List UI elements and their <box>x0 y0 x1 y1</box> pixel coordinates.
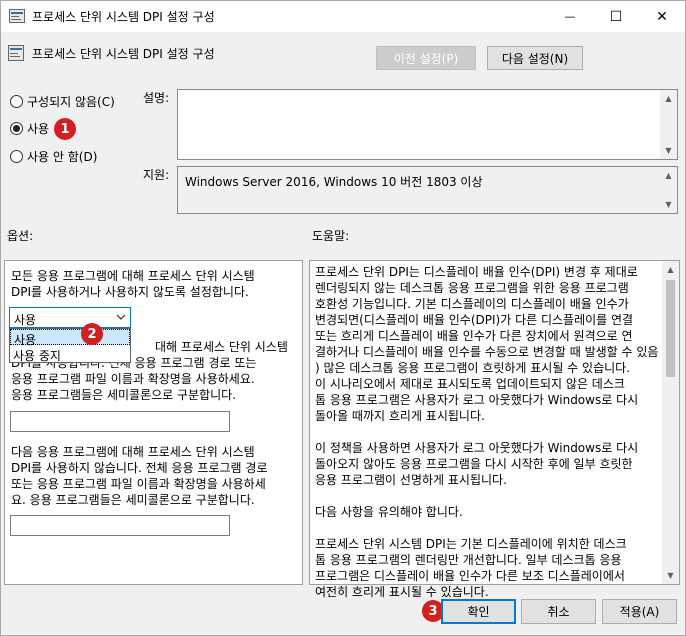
supported-scrollbar[interactable]: ▲ ▼ <box>660 167 677 213</box>
supported-value: Windows Server 2016, Windows 10 버전 1803 … <box>185 175 483 189</box>
prev-setting-button[interactable]: 이전 설정(P) <box>376 46 476 70</box>
dpi-mode-dropdown[interactable]: 사용 <box>9 307 131 328</box>
radio-disabled-circle[interactable] <box>10 150 23 163</box>
radio-enabled[interactable]: 사용 <box>10 120 49 137</box>
radio-disabled-label: 사용 안 함(D) <box>27 150 98 164</box>
options-text-3-line-2: DPI를 사용하지 않습니다. 전체 응용 프로그램 경로 <box>11 461 268 475</box>
policy-icon <box>9 9 25 23</box>
close-icon: ✕ <box>656 8 668 25</box>
policy-dialog: 프로세스 단위 시스템 DPI 설정 구성 — ☐ ✕ 프로세스 단위 시스템 … <box>0 0 686 636</box>
radio-not-configured-label: 구성되지 않음(C) <box>27 95 115 109</box>
help-line: 이 정책을 사용하면 사용자가 로그 아웃했다가 Windows로 다시 <box>315 441 639 455</box>
radio-disabled[interactable]: 사용 안 함(D) <box>10 148 97 165</box>
help-scroll-thumb[interactable] <box>666 280 675 377</box>
options-text-2-line-3: 응용 프로그램 파일 이름과 확장명을 사용하세요. <box>11 372 255 386</box>
help-line: 렌더링되지 않는 데스크톱 응용 프로그램을 위한 응용 프로그램 <box>315 281 629 295</box>
options-text-1-line-1: 모든 응용 프로그램에 대해 프로세스 단위 시스템 <box>11 269 255 283</box>
exclude-apps-input[interactable] <box>10 515 230 536</box>
apply-button[interactable]: 적용(A) <box>602 599 677 624</box>
supported-box: Windows Server 2016, Windows 10 버전 1803 … <box>177 166 678 214</box>
help-line <box>315 520 660 536</box>
help-line: 프로세스 단위 DPI는 디스플레이 배율 인수(DPI) 변경 후 제대로 <box>315 265 638 279</box>
options-text-1-line-2: DPI를 사용하거나 사용하지 않도록 설정합니다. <box>11 285 249 299</box>
help-line: 여전히 흐리게 표시될 수 있습니다. <box>315 585 489 599</box>
help-line: 톱 응용 프로그램은 사용자가 로그 아웃했다가 Windows로 다시 <box>315 393 639 407</box>
comment-textarea[interactable]: ▲ ▼ <box>177 89 678 160</box>
step-badge-1: 1 <box>54 118 76 140</box>
title-bar: 프로세스 단위 시스템 DPI 설정 구성 — ☐ ✕ <box>1 1 685 32</box>
dropdown-list: 사용 사용 중지 <box>9 328 131 363</box>
chevron-down-icon[interactable] <box>116 310 126 327</box>
help-line: 프로그램은 디스플레이 배율 인수가 다른 보조 디스플레이에서 <box>315 569 625 583</box>
help-line: 돌아오지 않아도 응용 프로그램을 다시 시작한 후에 일부 흐릿한 <box>315 457 633 471</box>
scroll-down-icon[interactable]: ▼ <box>665 142 671 159</box>
minimize-button[interactable]: — <box>547 1 593 32</box>
help-scrollbar[interactable]: ▲ ▼ <box>662 261 679 584</box>
window-title: 프로세스 단위 시스템 DPI 설정 구성 <box>32 10 215 24</box>
dropdown-option-label: 사용 중지 <box>13 349 61 363</box>
policy-title: 프로세스 단위 시스템 DPI 설정 구성 <box>32 47 215 61</box>
help-line: 톱 응용 프로그램의 렌더링만 개선합니다. 일부 데스크톱 응용 <box>315 553 622 567</box>
comment-scrollbar[interactable]: ▲ ▼ <box>660 90 677 159</box>
radio-enabled-circle[interactable] <box>10 122 23 135</box>
radio-not-configured[interactable]: 구성되지 않음(C) <box>10 93 115 110</box>
policy-header-icon <box>8 45 24 61</box>
help-line: 호환성 기능입니다. 기본 디스플레이의 디스플레이 배율 인수가 <box>315 297 629 311</box>
help-line: 또는 흐리게 디스플레이 배율 인수가 다른 장치에서 원격으로 연 <box>315 329 633 343</box>
help-line: 프로세스 단위 시스템 DPI는 기본 디스플레이에 위치한 데스크 <box>315 537 627 551</box>
dropdown-option[interactable]: 사용 <box>10 329 130 347</box>
dropdown-option[interactable]: 사용 중지 <box>10 346 130 363</box>
scroll-down-icon[interactable]: ▼ <box>667 567 673 584</box>
help-line: 다음 사항을 유의해야 합니다. <box>315 505 463 519</box>
ok-button[interactable]: 확인 <box>441 599 516 624</box>
options-label: 옵션: <box>7 229 34 243</box>
scroll-up-icon[interactable]: ▲ <box>667 261 673 278</box>
scroll-down-icon[interactable]: ▼ <box>665 196 671 213</box>
options-text-3-line-4: 요. 응용 프로그램들은 세미콜론으로 구분합니다. <box>11 493 255 507</box>
help-line: 돌아올 때까지 흐리게 표시됩니다. <box>315 409 485 423</box>
radio-not-configured-circle[interactable] <box>10 95 23 108</box>
comment-label: 설명: <box>143 91 170 105</box>
cancel-button[interactable]: 취소 <box>521 599 596 624</box>
help-line: 결하거나 디스플레이 배율 인수를 수동으로 변경할 때 발생할 수 있음 <box>315 345 659 359</box>
help-text: 프로세스 단위 DPI는 디스플레이 배율 인수(DPI) 변경 후 제대로 렌… <box>315 264 660 600</box>
maximize-button[interactable]: ☐ <box>593 1 639 32</box>
help-line <box>315 488 660 504</box>
help-label: 도움말: <box>312 229 350 243</box>
options-text-3-line-1: 다음 응용 프로그램에 대해 프로세스 단위 시스템 <box>11 445 255 459</box>
help-pane: 프로세스 단위 DPI는 디스플레이 배율 인수(DPI) 변경 후 제대로 렌… <box>309 260 680 599</box>
options-text-2-line-4: 응용 프로그램들은 세미콜론으로 구분합니다. <box>11 388 237 402</box>
minimize-icon: — <box>564 10 576 23</box>
help-line <box>315 424 660 440</box>
scroll-up-icon[interactable]: ▲ <box>665 167 671 184</box>
help-line: 이 시나리오에서 제대로 표시되도록 업데이트되지 않은 데스크 <box>315 377 625 391</box>
help-line: ) 많은 데스크톱 응용 프로그램이 흐릿하게 표시될 수 있습니다. <box>315 361 631 375</box>
dropdown-selected-value: 사용 <box>14 313 37 327</box>
scroll-up-icon[interactable]: ▲ <box>665 90 671 107</box>
next-setting-button[interactable]: 다음 설정(N) <box>487 46 583 70</box>
supported-label: 지원: <box>143 168 170 182</box>
help-line: 변경되면(디스플레이 배율 인수(DPI)가 다른 디스플레이를 연결 <box>315 313 634 327</box>
help-line: 응용 프로그램이 선명하게 표시됩니다. <box>315 473 507 487</box>
maximize-icon: ☐ <box>609 8 623 25</box>
radio-enabled-label: 사용 <box>27 122 50 136</box>
radio-selected-dot <box>13 125 20 132</box>
close-button[interactable]: ✕ <box>639 1 685 32</box>
options-text-3-line-3: 또는 응용 프로그램 파일 이름과 확장명을 사용하세 <box>11 477 266 491</box>
include-apps-input[interactable] <box>10 411 230 432</box>
step-badge-2: 2 <box>81 323 103 345</box>
